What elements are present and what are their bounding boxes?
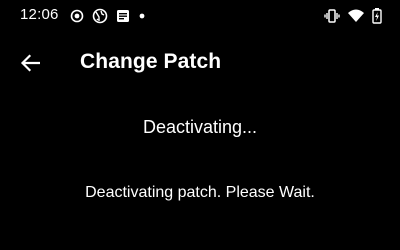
notes-icon [116, 9, 130, 23]
page-title: Change Patch [80, 50, 222, 73]
status-time: 12:06 [20, 6, 59, 23]
app-bar: Change Patch [0, 40, 400, 84]
target-icon [70, 9, 84, 23]
dialog-message: Deactivating patch. Please Wait. [85, 184, 315, 201]
dot-icon [138, 12, 146, 20]
status-bar: 12:06 [0, 0, 400, 32]
battery-charging-icon [372, 8, 382, 24]
wifi-icon [348, 9, 364, 23]
arrow-left-icon [20, 54, 40, 72]
status-right-icons [324, 6, 382, 26]
back-button[interactable] [12, 48, 48, 78]
vibrate-icon [324, 9, 340, 23]
dialog-heading: Deactivating... [142, 117, 258, 137]
world-icon [92, 8, 108, 24]
status-left-icons [70, 6, 146, 26]
